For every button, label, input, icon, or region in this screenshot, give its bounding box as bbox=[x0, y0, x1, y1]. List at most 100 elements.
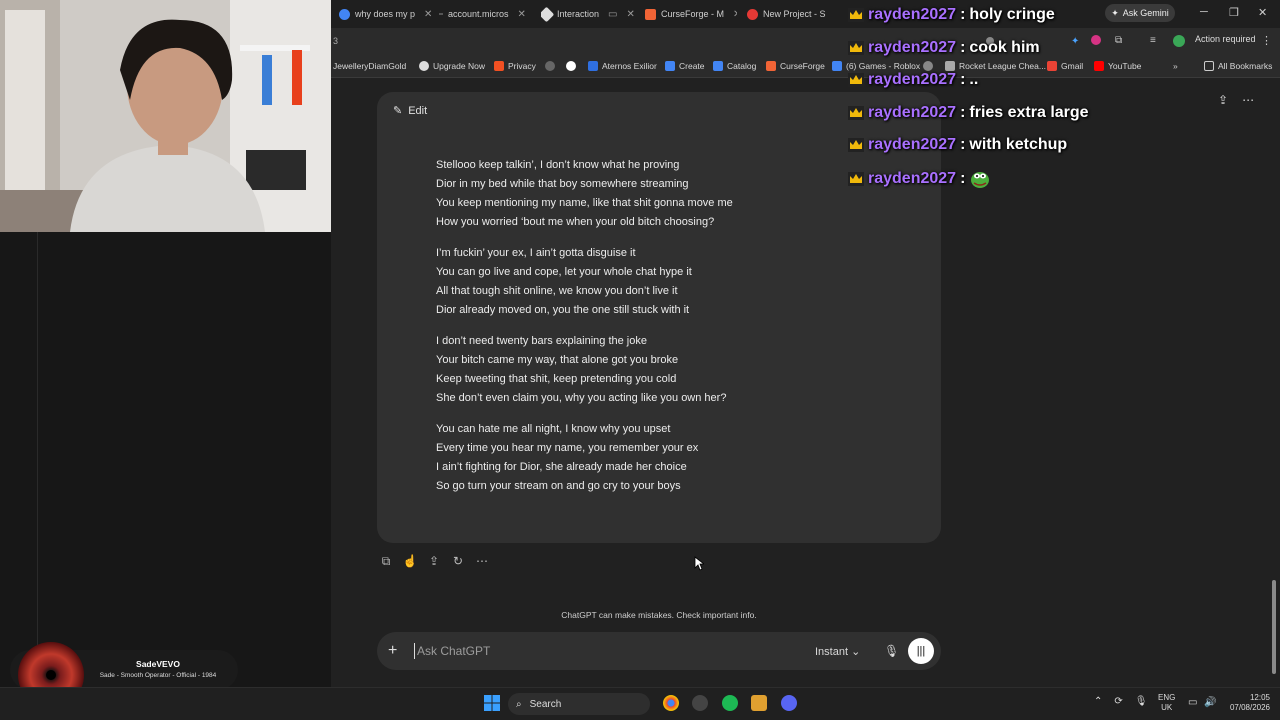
bookmark-11[interactable]: Rocket League Chea... bbox=[945, 61, 1046, 71]
chat-separator: : bbox=[960, 71, 966, 88]
crown-icon bbox=[848, 106, 864, 120]
address-bar[interactable]: 3 ✦ ⧉ ≡ ⋮ bbox=[331, 28, 1280, 56]
close-window-icon[interactable]: ✕ bbox=[1258, 6, 1267, 19]
all-bookmarks[interactable]: All Bookmarks bbox=[1204, 61, 1272, 71]
extension-icon[interactable] bbox=[1091, 35, 1101, 45]
taskbar-search[interactable]: ⌕ Search bbox=[508, 693, 650, 715]
share-icon[interactable]: ⇪ bbox=[426, 553, 442, 569]
prompt-input[interactable] bbox=[414, 643, 794, 659]
feedback-icon[interactable]: ☝ bbox=[402, 553, 418, 569]
bookmark-13[interactable]: YouTube bbox=[1094, 61, 1141, 71]
upgrade-icon bbox=[419, 61, 429, 71]
chat-message: rayden2027: holy cringe bbox=[848, 6, 1055, 24]
bookmarks-overflow[interactable]: » bbox=[1173, 61, 1178, 71]
sync-icon[interactable]: ⟳ bbox=[1114, 696, 1122, 707]
plus-icon[interactable]: + bbox=[388, 642, 397, 660]
bookmark-label: YouTube bbox=[1108, 61, 1142, 71]
puzzle-icon[interactable]: ⧉ bbox=[1115, 35, 1122, 46]
language-indicator[interactable]: ENG UK bbox=[1158, 693, 1175, 713]
chat-separator: : bbox=[960, 136, 966, 153]
more-icon[interactable]: ⋯ bbox=[474, 553, 490, 569]
microphone-icon[interactable]: 🎙 bbox=[1135, 696, 1148, 707]
bookmark-label: Privacy bbox=[508, 61, 536, 71]
bookmark-label: JewelleryDiamGold bbox=[333, 61, 407, 71]
profile-icon[interactable] bbox=[1173, 35, 1185, 47]
chrome-icon[interactable] bbox=[663, 695, 679, 711]
clock[interactable]: 12:05 07/08/2026 bbox=[1224, 693, 1270, 713]
chat-separator: : bbox=[960, 170, 966, 187]
bookmark-10[interactable] bbox=[923, 61, 933, 71]
bookmark-label: Aternos Exilior bbox=[602, 61, 657, 71]
bookmark-5[interactable]: Aternos Exilior bbox=[588, 61, 657, 71]
copy-icon[interactable]: ⧉ bbox=[378, 553, 394, 569]
chat-username: rayden2027 bbox=[868, 6, 957, 23]
ask-gemini-button[interactable]: ✦ Ask Gemini bbox=[1105, 4, 1175, 22]
model-selector[interactable]: Instant ⌄ bbox=[815, 645, 860, 658]
link-icon bbox=[923, 61, 933, 71]
regenerate-icon[interactable]: ↻ bbox=[450, 553, 466, 569]
bookmark-7[interactable]: Catalog bbox=[713, 61, 756, 71]
crown-icon bbox=[848, 73, 864, 87]
disc-hole bbox=[46, 670, 56, 680]
minimize-icon[interactable]: ─ bbox=[1200, 6, 1208, 18]
close-icon[interactable]: ✕ bbox=[518, 9, 526, 20]
chat-text: fries extra large bbox=[969, 104, 1089, 121]
app-icon[interactable] bbox=[751, 695, 767, 711]
chevron-up-icon[interactable]: ⌃ bbox=[1094, 696, 1102, 707]
bookmark-label: Catalog bbox=[727, 61, 757, 71]
volume-icon[interactable]: 🔊 bbox=[1204, 697, 1216, 708]
chevron-right-icon: » bbox=[1173, 61, 1178, 71]
bookmark-6[interactable]: Create bbox=[665, 61, 705, 71]
action-required-label[interactable]: Action required bbox=[1195, 34, 1256, 44]
settings-icon[interactable] bbox=[692, 695, 708, 711]
lyric-stanza: Stellooo keep talkin’, I don’t know what… bbox=[436, 156, 733, 232]
tab-2[interactable]: Interaction ▭ ✕ bbox=[541, 4, 643, 24]
lyric-line: You can hate me all night, I know why yo… bbox=[436, 423, 671, 435]
bookmark-label: Gmail bbox=[1061, 61, 1084, 71]
aternos-icon bbox=[588, 61, 598, 71]
bookmark-0[interactable]: JewelleryDiamGold bbox=[333, 61, 406, 71]
bookmark-2[interactable]: Privacy bbox=[494, 61, 536, 71]
media-control-icon[interactable]: ≡ bbox=[1150, 35, 1156, 46]
display-icon[interactable]: ▭ bbox=[1188, 697, 1197, 708]
bookmark-1[interactable]: Upgrade Now bbox=[419, 61, 485, 71]
microphone-icon[interactable]: 🎙 bbox=[884, 644, 899, 658]
webcam-overlay bbox=[0, 0, 331, 232]
tab-0[interactable]: why does my p ✕ bbox=[339, 4, 434, 24]
bookmark-8[interactable]: CurseForge bbox=[766, 61, 825, 71]
bookmark-9[interactable]: (6) Games - Roblox bbox=[832, 61, 920, 71]
scrollbar-thumb[interactable] bbox=[1272, 580, 1276, 674]
chat-username: rayden2027 bbox=[868, 104, 957, 121]
lyric-line: She don’t even claim you, why you acting… bbox=[436, 392, 727, 404]
bookmark-4[interactable] bbox=[566, 61, 576, 71]
tab-4[interactable]: New Project - S✕ bbox=[747, 4, 835, 24]
tab-3[interactable]: CurseForge - M ✕ bbox=[645, 4, 737, 24]
menu-icon[interactable]: ⋮ bbox=[1261, 34, 1272, 47]
lyric-line: Every time you hear my name, you remembe… bbox=[436, 442, 699, 454]
bookmark-label: (6) Games - Roblox bbox=[846, 61, 921, 71]
ask-gemini-label: Ask Gemini bbox=[1122, 8, 1169, 18]
extension-icon[interactable]: ✦ bbox=[1071, 36, 1079, 47]
close-icon[interactable]: ✕ bbox=[733, 9, 737, 20]
lyric-line: Dior already moved on, you the one still… bbox=[436, 304, 690, 316]
voice-mode-button[interactable]: ||| bbox=[908, 638, 934, 664]
tab-1[interactable]: account.micros ✕ bbox=[439, 4, 527, 24]
url-text: 3 bbox=[333, 36, 339, 46]
restore-icon[interactable]: ❐ bbox=[1229, 6, 1239, 19]
windows-start-icon[interactable] bbox=[484, 695, 500, 711]
edit-button[interactable]: ✎ Edit bbox=[393, 104, 427, 118]
lyric-line: I’m fuckin’ your ex, I ain’t gotta disgu… bbox=[436, 247, 636, 259]
spotify-icon[interactable] bbox=[722, 695, 738, 711]
bookmark-label: All Bookmarks bbox=[1218, 61, 1273, 71]
bookmark-3[interactable] bbox=[545, 61, 555, 71]
region-code: UK bbox=[1161, 703, 1173, 712]
more-icon[interactable]: ⋯ bbox=[1242, 93, 1254, 107]
share-icon[interactable]: ⇪ bbox=[1218, 93, 1228, 107]
media-icon[interactable]: ▭ bbox=[608, 9, 617, 20]
close-icon[interactable]: ✕ bbox=[626, 9, 634, 20]
bookmark-12[interactable]: Gmail bbox=[1047, 61, 1083, 71]
pepe-emote-icon bbox=[971, 172, 990, 188]
discord-icon[interactable] bbox=[781, 695, 797, 711]
close-icon[interactable]: ✕ bbox=[424, 9, 432, 20]
tab-label: Interaction bbox=[557, 9, 600, 19]
